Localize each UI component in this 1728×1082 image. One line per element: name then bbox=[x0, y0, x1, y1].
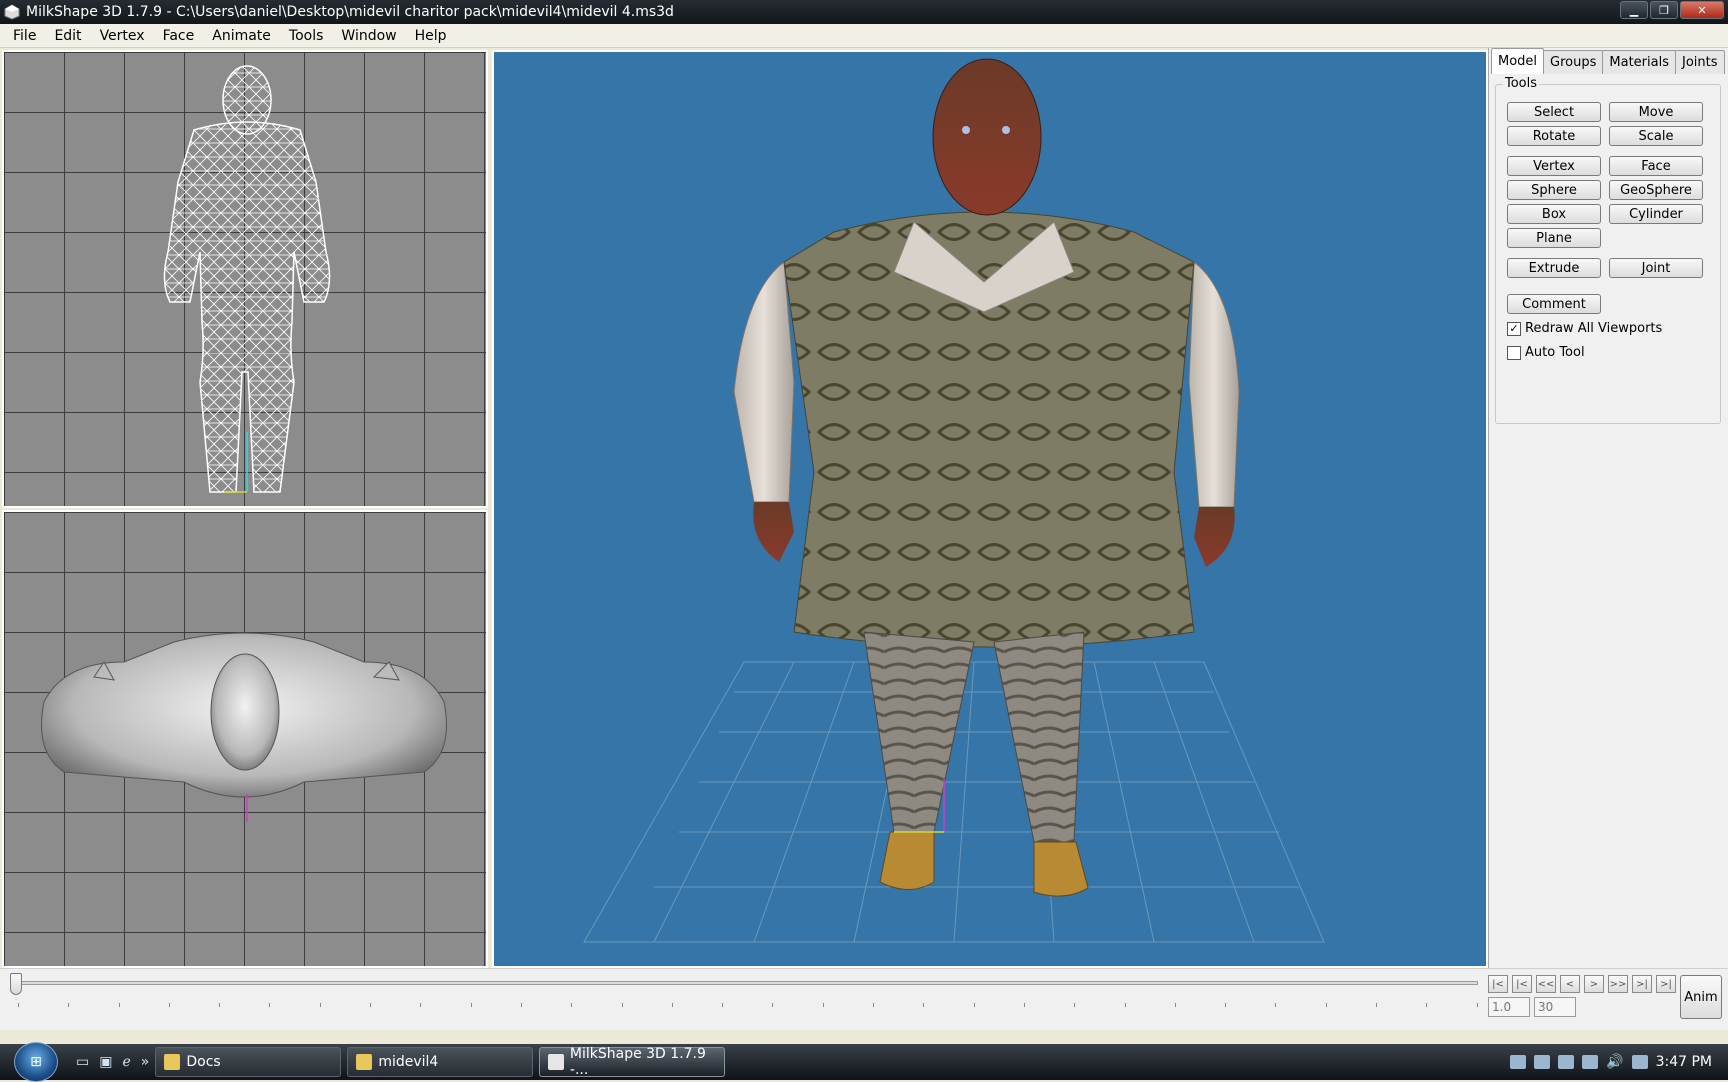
prev-frame-button[interactable]: < bbox=[1560, 975, 1580, 993]
perspective-viewport[interactable] bbox=[492, 50, 1488, 968]
title-bar: MilkShape 3D 1.7.9 - C:\Users\daniel\Des… bbox=[0, 0, 1728, 24]
checkbox-checked-icon: ✓ bbox=[1507, 321, 1521, 336]
checkbox-empty-icon bbox=[1507, 345, 1521, 360]
app-icon bbox=[4, 4, 20, 20]
task-docs[interactable]: Docs bbox=[155, 1047, 342, 1077]
top-viewport[interactable] bbox=[2, 510, 488, 968]
current-frame-field[interactable]: 1.0 bbox=[1488, 997, 1530, 1017]
menu-window[interactable]: Window bbox=[332, 28, 405, 44]
tray-network-icon[interactable] bbox=[1510, 1055, 1527, 1069]
tray-update-icon[interactable] bbox=[1558, 1055, 1575, 1069]
menu-face[interactable]: Face bbox=[154, 28, 204, 44]
frame-slider-track[interactable] bbox=[14, 981, 1478, 985]
front-viewport[interactable] bbox=[2, 50, 488, 508]
status-bar bbox=[0, 1030, 1728, 1044]
extrude-button[interactable]: Extrude bbox=[1507, 258, 1601, 278]
cylinder-button[interactable]: Cylinder bbox=[1609, 204, 1703, 224]
more-icon[interactable]: » bbox=[141, 1054, 150, 1070]
folder-icon bbox=[356, 1054, 373, 1070]
move-button[interactable]: Move bbox=[1609, 102, 1703, 122]
joint-button[interactable]: Joint bbox=[1609, 258, 1703, 278]
tray-battery-icon[interactable] bbox=[1631, 1055, 1648, 1069]
tray-alert-icon[interactable] bbox=[1582, 1055, 1599, 1069]
last-frame-button[interactable]: >| bbox=[1656, 975, 1676, 993]
anim-button[interactable]: Anim bbox=[1680, 975, 1722, 1019]
menu-vertex[interactable]: Vertex bbox=[91, 28, 154, 44]
task-milkshape-label: MilkShape 3D 1.7.9 -... bbox=[569, 1046, 706, 1078]
rotate-button[interactable]: Rotate bbox=[1507, 126, 1601, 146]
face-button[interactable]: Face bbox=[1609, 156, 1703, 176]
next-frame-button[interactable]: > bbox=[1584, 975, 1604, 993]
tab-materials[interactable]: Materials bbox=[1602, 50, 1676, 74]
window-title: MilkShape 3D 1.7.9 - C:\Users\daniel\Des… bbox=[26, 4, 674, 20]
task-midevil4-label: midevil4 bbox=[378, 1054, 439, 1070]
quick-launch: ▭ ▣ ℯ » bbox=[76, 1054, 149, 1070]
maximize-button[interactable]: ❐ bbox=[1650, 1, 1678, 19]
tab-model[interactable]: Model bbox=[1491, 48, 1545, 74]
tool-panel: Model Groups Materials Joints Tools Sele… bbox=[1488, 48, 1728, 968]
prev-key-button[interactable]: |< bbox=[1512, 975, 1532, 993]
select-button[interactable]: Select bbox=[1507, 102, 1601, 122]
close-button[interactable]: ✕ bbox=[1680, 1, 1724, 19]
fast-forward-button[interactable]: >> bbox=[1608, 975, 1628, 993]
taskbar: ⊞ ▭ ▣ ℯ » Docs midevil4 MilkShape 3D 1.7… bbox=[0, 1042, 1728, 1082]
start-button[interactable]: ⊞ bbox=[14, 1042, 58, 1082]
comment-button[interactable]: Comment bbox=[1507, 294, 1601, 314]
rewind-button[interactable]: << bbox=[1536, 975, 1556, 993]
menu-file[interactable]: File bbox=[4, 28, 45, 44]
timeline: |< |< << < > >> >| >| 1.0 30 Anim bbox=[0, 968, 1728, 1030]
system-tray: 🔊 3:47 PM bbox=[1510, 1044, 1712, 1080]
menu-edit[interactable]: Edit bbox=[45, 28, 90, 44]
menu-bar: File Edit Vertex Face Animate Tools Wind… bbox=[0, 24, 1728, 48]
first-frame-button[interactable]: |< bbox=[1488, 975, 1508, 993]
folder-icon bbox=[164, 1054, 181, 1070]
tools-group-label: Tools bbox=[1503, 76, 1540, 91]
box-button[interactable]: Box bbox=[1507, 204, 1601, 224]
minimize-button[interactable]: ▁ bbox=[1620, 1, 1648, 19]
frame-slider-thumb[interactable] bbox=[10, 973, 22, 995]
milkshape-icon bbox=[548, 1054, 564, 1070]
switch-windows-icon[interactable]: ▣ bbox=[99, 1054, 112, 1070]
menu-help[interactable]: Help bbox=[406, 28, 456, 44]
next-key-button[interactable]: >| bbox=[1632, 975, 1652, 993]
tab-groups[interactable]: Groups bbox=[1543, 50, 1604, 74]
volume-icon[interactable]: 🔊 bbox=[1606, 1054, 1623, 1070]
tab-joints[interactable]: Joints bbox=[1675, 50, 1725, 74]
redraw-all-viewports-checkbox[interactable]: ✓ Redraw All Viewports bbox=[1507, 321, 1662, 336]
menu-animate[interactable]: Animate bbox=[203, 28, 280, 44]
task-midevil4[interactable]: midevil4 bbox=[347, 1047, 534, 1077]
auto-tool-checkbox[interactable]: Auto Tool bbox=[1507, 345, 1585, 360]
vertex-button[interactable]: Vertex bbox=[1507, 156, 1601, 176]
task-milkshape[interactable]: MilkShape 3D 1.7.9 -... bbox=[539, 1046, 726, 1078]
textured-model bbox=[583, 58, 1325, 943]
clock[interactable]: 3:47 PM bbox=[1656, 1054, 1712, 1070]
sphere-button[interactable]: Sphere bbox=[1507, 180, 1601, 200]
scale-button[interactable]: Scale bbox=[1609, 126, 1703, 146]
task-docs-label: Docs bbox=[186, 1054, 221, 1070]
redraw-all-viewports-label: Redraw All Viewports bbox=[1525, 321, 1663, 336]
geosphere-button[interactable]: GeoSphere bbox=[1609, 180, 1703, 200]
plane-button[interactable]: Plane bbox=[1507, 228, 1601, 248]
top-view-model bbox=[41, 632, 447, 822]
menu-tools[interactable]: Tools bbox=[280, 28, 333, 44]
show-desktop-icon[interactable]: ▭ bbox=[76, 1054, 89, 1070]
wireframe-model bbox=[163, 65, 331, 493]
internet-explorer-icon[interactable]: ℯ bbox=[122, 1054, 130, 1070]
tray-security-icon[interactable] bbox=[1534, 1055, 1551, 1069]
total-frames-field[interactable]: 30 bbox=[1534, 997, 1576, 1017]
frame-ticks bbox=[18, 1003, 1478, 1007]
auto-tool-label: Auto Tool bbox=[1525, 345, 1585, 360]
